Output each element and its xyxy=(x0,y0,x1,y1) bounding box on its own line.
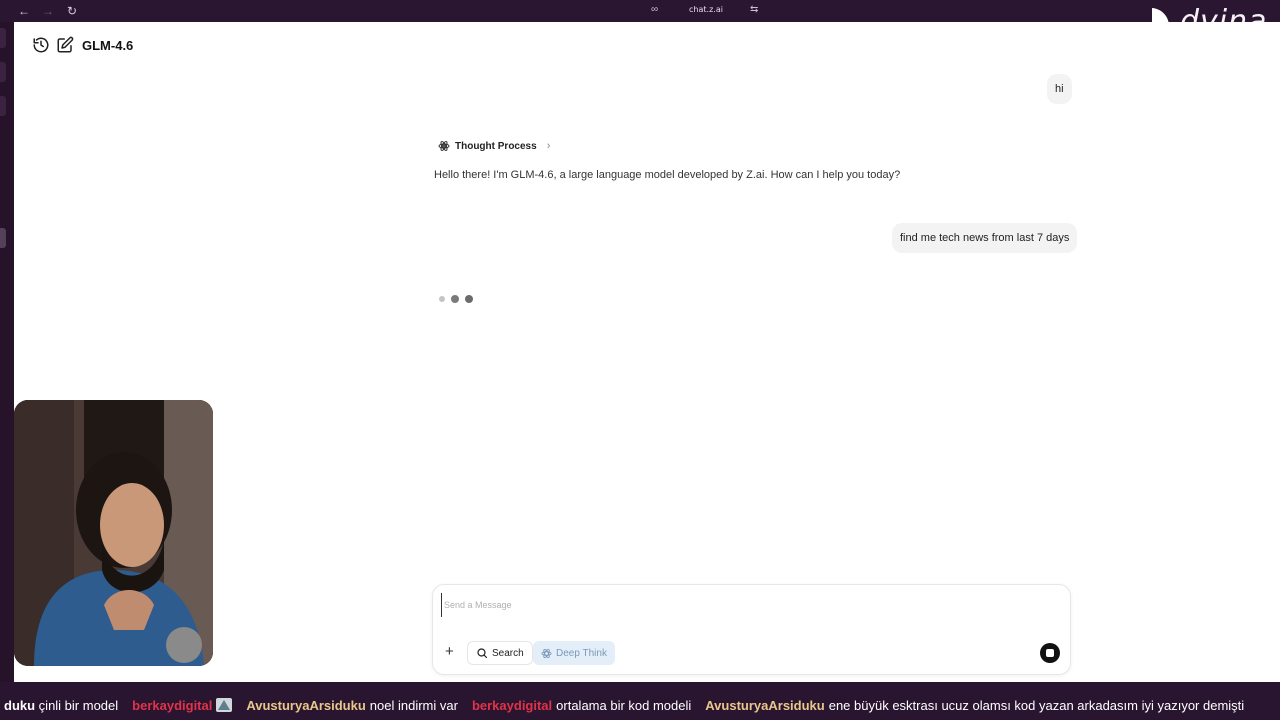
atom-icon xyxy=(438,141,450,151)
logo-mark-icon xyxy=(1134,8,1169,44)
emote-icon xyxy=(214,696,234,714)
sidebar-tab[interactable] xyxy=(0,28,6,48)
ticker-message: ortalama bir kod modeli xyxy=(556,697,692,713)
ticker-message: duku çinli bir model xyxy=(4,697,119,713)
reload-icon[interactable]: ↻ xyxy=(64,3,80,19)
loading-dot xyxy=(439,296,445,302)
ticker-username: berkaydigital xyxy=(132,697,213,713)
browser-toolbar: ← → ↻ ∞ chat.z.ai ⇆ xyxy=(0,0,1280,22)
thought-process-label: Thought Process xyxy=(455,140,537,152)
search-label: Search xyxy=(492,647,524,659)
deep-think-toggle[interactable]: Deep Think xyxy=(533,641,615,665)
user-message: hi xyxy=(1047,74,1072,104)
ticker-username: AvusturyaArsiduku xyxy=(246,697,366,713)
deep-think-label: Deep Think xyxy=(556,647,607,659)
left-sidebar-strip xyxy=(0,22,14,682)
channel-logo: dvina xyxy=(1132,4,1272,46)
ticker-username: AvusturyaArsiduku xyxy=(705,697,825,713)
address-bar[interactable]: chat.z.ai xyxy=(680,5,732,14)
assistant-message: Hello there! I'm GLM-4.6, a large langua… xyxy=(434,169,901,181)
new-chat-icon[interactable] xyxy=(56,36,74,54)
webcam-overlay xyxy=(14,400,213,666)
chat-ticker: duku çinli bir model berkaydigital Avust… xyxy=(0,686,1280,720)
ticker-message: ene büyük esktrası ucuz olamsı kod yazan… xyxy=(828,697,1245,713)
thought-process-toggle[interactable]: Thought Process › xyxy=(438,140,550,152)
link-icon[interactable]: ∞ xyxy=(651,4,658,16)
tune-icon[interactable]: ⇆ xyxy=(750,4,758,16)
model-selector[interactable]: GLM-4.6 xyxy=(82,38,133,53)
message-composer: + Search Deep Think xyxy=(432,584,1071,675)
history-icon[interactable] xyxy=(32,36,50,54)
user-message: find me tech news from last 7 days xyxy=(892,223,1078,253)
stop-generation-button[interactable] xyxy=(1040,643,1060,663)
plus-icon[interactable]: + xyxy=(445,644,454,660)
search-icon xyxy=(477,648,488,659)
atom-icon xyxy=(541,648,552,658)
sidebar-tab[interactable] xyxy=(0,62,6,82)
ticker-username: berkaydigital xyxy=(471,697,553,713)
chevron-right-icon: › xyxy=(546,140,551,152)
loading-indicator xyxy=(439,295,473,303)
loading-dot xyxy=(465,295,473,303)
sidebar-tab[interactable] xyxy=(0,96,6,116)
message-input[interactable] xyxy=(441,593,1001,617)
forward-icon[interactable]: → xyxy=(40,3,56,19)
logo-text: dvina xyxy=(1180,4,1268,39)
loading-dot xyxy=(451,295,459,303)
ticker-row: duku çinli bir model berkaydigital Avust… xyxy=(0,696,1258,714)
ticker-message: noel indirmi var xyxy=(369,697,458,713)
back-icon[interactable]: ← xyxy=(16,3,32,19)
sidebar-tab[interactable] xyxy=(0,228,6,248)
search-toggle[interactable]: Search xyxy=(467,641,533,665)
